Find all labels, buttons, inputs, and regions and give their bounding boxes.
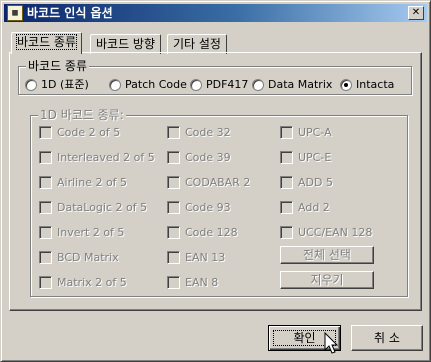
tab-barcode-direction[interactable]: 바코드 방향 (90, 34, 162, 54)
checkbox-label: Code 32 (185, 126, 231, 139)
radio-indicator (109, 79, 121, 91)
tab-label: 바코드 종류 (15, 34, 78, 50)
tab-label: 기타 설정 (173, 37, 221, 51)
radio-indicator-selected (340, 79, 352, 91)
app-icon: ▦ (7, 5, 23, 21)
checkbox-box (167, 151, 180, 164)
radio-indicator (25, 79, 37, 91)
checkbox-label: CODABAR 2 (185, 176, 251, 189)
checkbox-box (280, 226, 293, 239)
checkbox-box (39, 176, 52, 189)
checkbox-box (39, 276, 52, 289)
barcode-1d-group: 1D 바코드 종류: Code 2 of 5 Interleaved 2 of … (30, 108, 408, 297)
checkbox-label: Code 39 (185, 151, 231, 164)
radio-label: PDF417 (206, 78, 249, 91)
checkbox-box (39, 201, 52, 214)
checkbox-label: Code 128 (185, 226, 238, 239)
checkbox-box (280, 126, 293, 139)
cancel-button[interactable]: 취 소 (351, 325, 423, 351)
checkbox-box (39, 251, 52, 264)
checkbox-box (39, 151, 52, 164)
checkbox-box (280, 201, 293, 214)
radio-indicator (190, 79, 202, 91)
window-title: 바코드 인식 옵션 (27, 6, 113, 20)
checkbox-label: UPC-A (298, 126, 332, 139)
radio-label: 1D (표준) (41, 78, 89, 91)
select-all-button[interactable]: 전체 선택 (280, 246, 374, 264)
barcode-type-group: 바코드 종류 1D (표준) Patch Code PDF417 Data Ma… (18, 59, 412, 95)
checkbox-label: UPC-E (298, 151, 332, 164)
checkbox-box (167, 251, 180, 264)
radio-label: Data Matrix (268, 78, 333, 91)
checkbox-box (167, 126, 180, 139)
checkbox-label: Code 2 of 5 (57, 126, 121, 139)
checkbox-label: EAN 13 (185, 251, 226, 264)
radio-label: Patch Code (125, 78, 187, 91)
checkbox-label: ADD 5 (298, 176, 333, 189)
checkbox-label: Add 2 (298, 201, 330, 214)
checkbox-box (39, 226, 52, 239)
checkbox-box (39, 126, 52, 139)
tab-other-settings[interactable]: 기타 설정 (167, 34, 227, 54)
checkbox-label: Interleaved 2 of 5 (57, 151, 155, 164)
checkbox-box (167, 276, 180, 289)
checkbox-label: BCD Matrix (57, 251, 119, 264)
checkbox-label: Invert 2 of 5 (57, 226, 125, 239)
radio-indicator (252, 79, 264, 91)
tab-label: 바코드 방향 (96, 37, 156, 51)
close-button[interactable]: ✕ (408, 6, 424, 20)
tab-panel: 바코드 종류 1D (표준) Patch Code PDF417 Data Ma… (9, 52, 422, 311)
tab-barcode-type[interactable]: 바코드 종류 (11, 32, 83, 54)
radio-label: Intacta (356, 78, 395, 91)
group-label: 1D 바코드 종류: (38, 108, 126, 122)
checkbox-box (167, 226, 180, 239)
title-bar[interactable]: ▦ 바코드 인식 옵션 ✕ (4, 4, 427, 22)
clear-button[interactable]: 지우기 (280, 271, 374, 289)
checkbox-label: Airline 2 of 5 (57, 176, 128, 189)
dialog-window: ▦ 바코드 인식 옵션 ✕ 바코드 종류 바코드 방향 기타 설정 바코드 종류… (0, 0, 431, 362)
checkbox-box (280, 176, 293, 189)
group-label: 바코드 종류 (26, 59, 90, 73)
checkbox-label: DataLogic 2 of 5 (57, 201, 148, 214)
checkbox-label: Code 93 (185, 201, 231, 214)
mouse-cursor-icon (324, 332, 339, 354)
checkbox-box (280, 151, 293, 164)
checkbox-box (167, 176, 180, 189)
checkbox-label: Matrix 2 of 5 (57, 276, 127, 289)
checkbox-box (167, 201, 180, 214)
checkbox-label: UCC/EAN 128 (298, 226, 373, 239)
checkbox-label: EAN 8 (185, 276, 219, 289)
